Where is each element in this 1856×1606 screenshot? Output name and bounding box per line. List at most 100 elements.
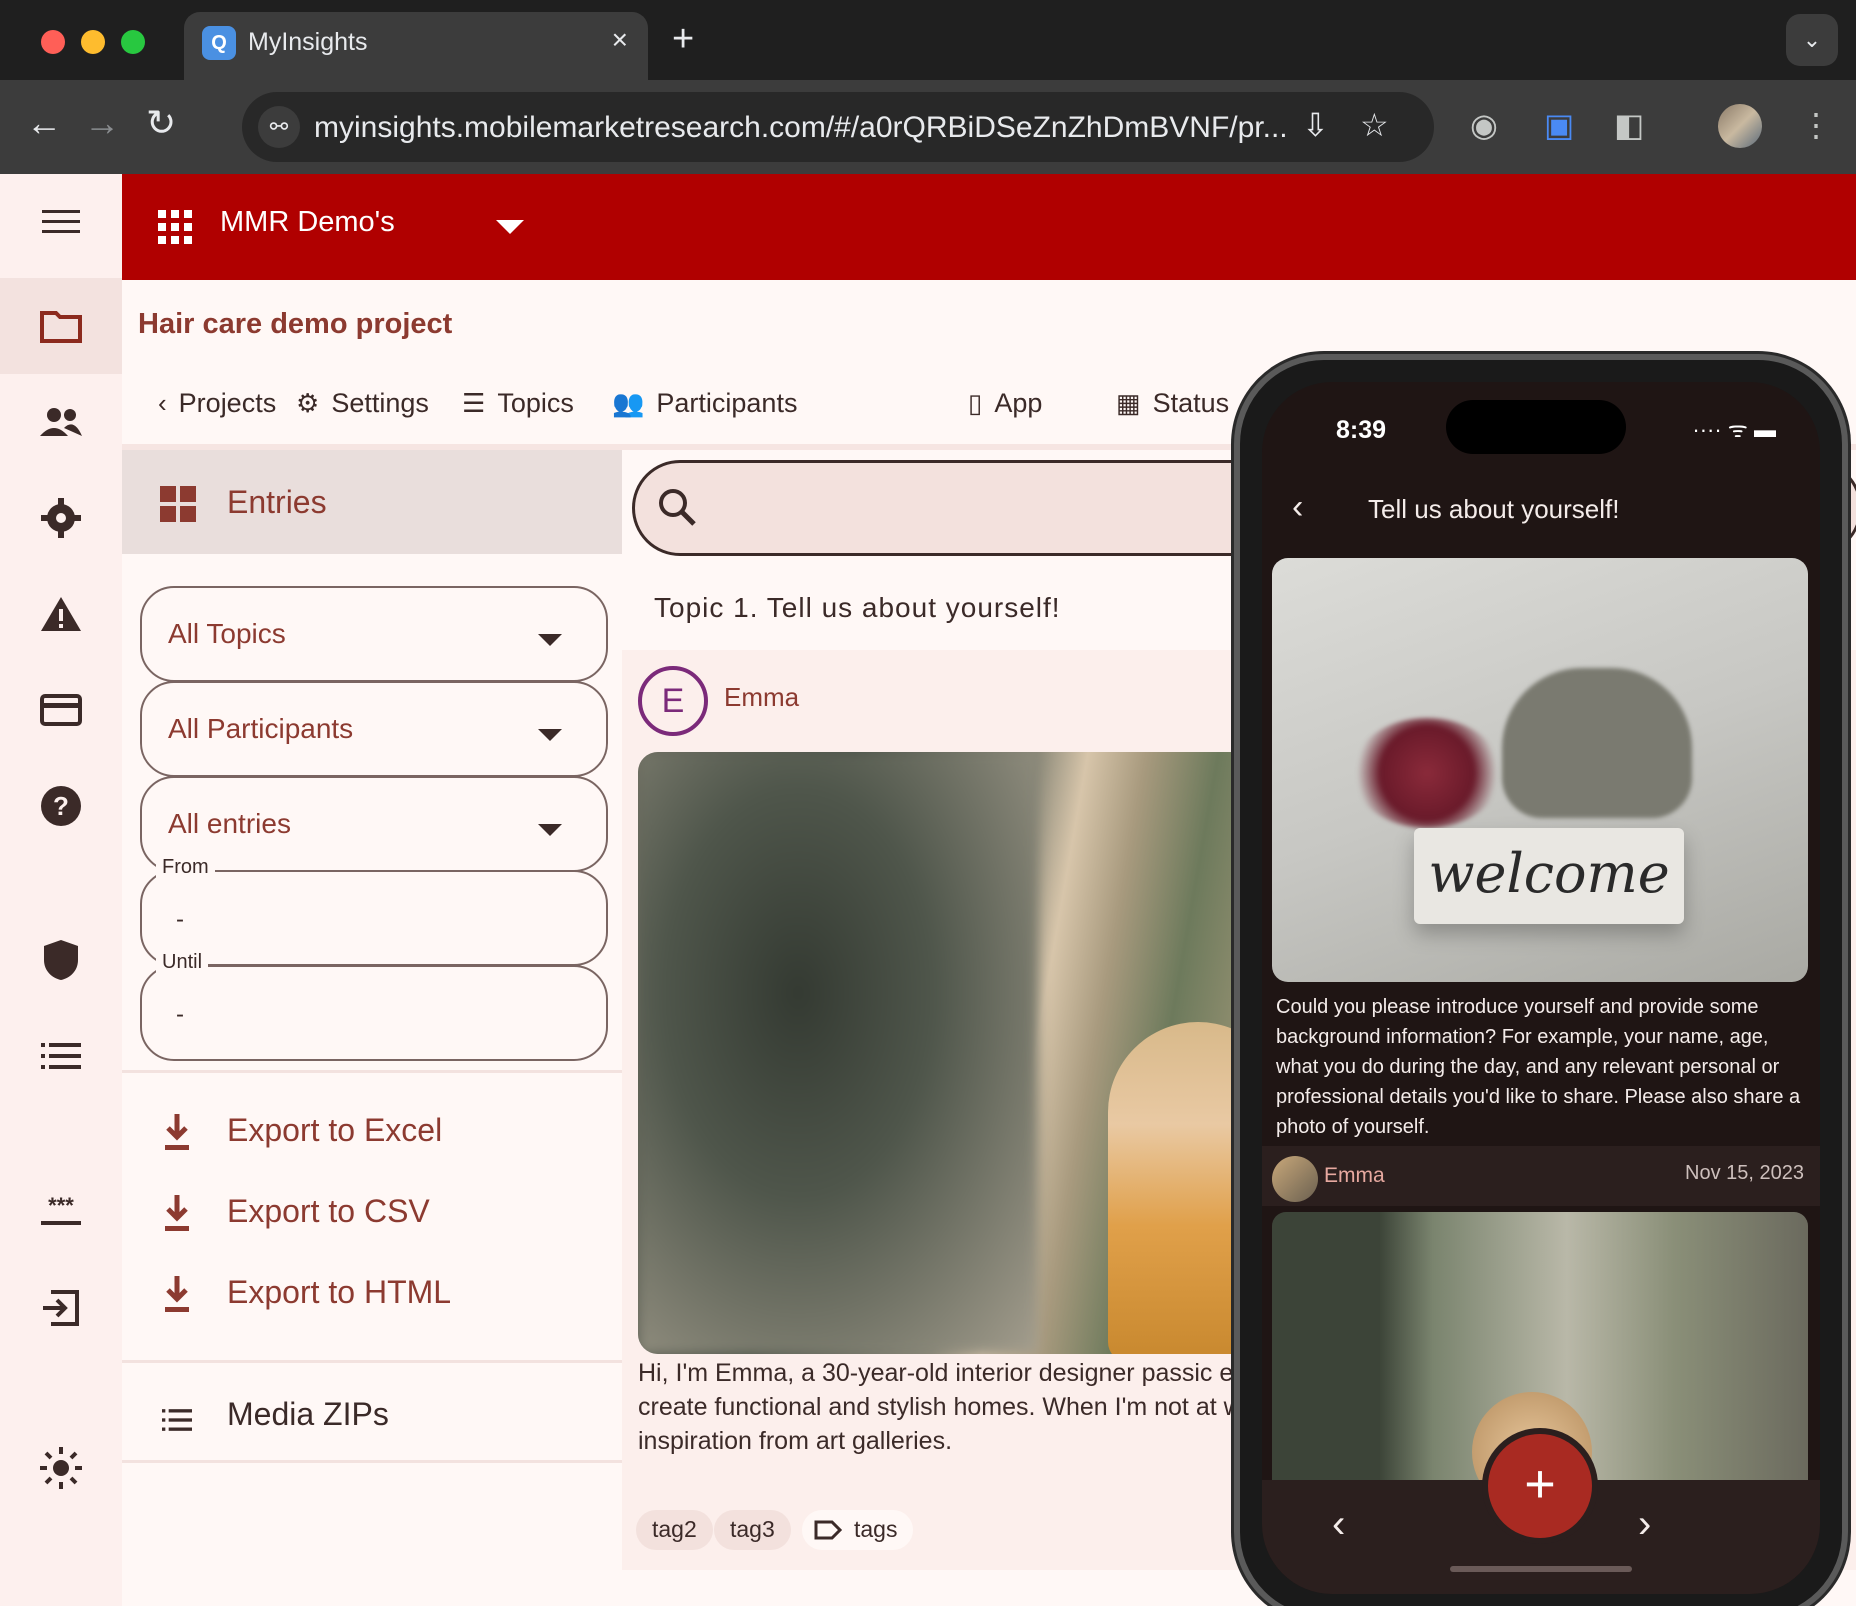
until-date-field[interactable]: Until -: [140, 951, 608, 1061]
minimize-window-button[interactable]: [81, 30, 105, 54]
back-button[interactable]: ←: [26, 102, 62, 144]
close-tab-icon[interactable]: ×: [612, 24, 628, 56]
tab-participants[interactable]: 👥 Participants: [612, 388, 797, 419]
screenshot-camera-icon[interactable]: ◉: [1470, 106, 1498, 144]
export-html-button[interactable]: Export to HTML: [122, 1250, 622, 1340]
tab-settings[interactable]: ⚙ Settings: [296, 388, 429, 419]
profile-avatar[interactable]: [1718, 104, 1762, 148]
warning-icon[interactable]: [0, 566, 122, 662]
billing-card-icon[interactable]: [0, 662, 122, 758]
forward-button[interactable]: →: [84, 102, 120, 144]
previous-arrow-icon[interactable]: ‹: [1332, 1502, 1345, 1547]
tab-label: Topics: [497, 388, 574, 418]
dynamic-island: [1446, 400, 1626, 454]
tab-topics[interactable]: ☰ Topics: [462, 388, 574, 419]
participants-filter-value: All Participants: [168, 713, 354, 744]
tag-chip[interactable]: tag3: [714, 1510, 791, 1550]
chevron-left-icon[interactable]: ‹: [1292, 488, 1303, 527]
project-group-select[interactable]: MMR Demo's: [220, 206, 395, 239]
projects-folder-icon[interactable]: [0, 278, 122, 374]
address-bar[interactable]: ⚯ myinsights.mobilemarketresearch.com/#/…: [242, 92, 1434, 162]
gear-icon: ⚙: [296, 388, 320, 418]
phone-screen: 8:39 ···· ᯤ ▬ ‹ Tell us about yourself! …: [1262, 382, 1820, 1594]
filter-panel: Entries All Topics All Participants All …: [122, 450, 622, 1606]
download-icon: [165, 1195, 189, 1231]
phone-preview: 8:39 ···· ᯤ ▬ ‹ Tell us about yourself! …: [1234, 354, 1848, 1606]
users-icon[interactable]: [0, 374, 122, 470]
chevron-down-icon: [538, 729, 562, 741]
svg-text:***: ***: [48, 1197, 74, 1218]
logout-icon[interactable]: [0, 1260, 122, 1356]
new-tab-button[interactable]: +: [672, 18, 694, 61]
tab-app[interactable]: ▯ App: [968, 388, 1042, 419]
tags-edit-chip[interactable]: tags: [802, 1510, 914, 1550]
welcome-text: welcome: [1428, 842, 1670, 905]
export-csv-label: Export to CSV: [227, 1193, 430, 1229]
favicon-icon: Q: [202, 26, 236, 60]
help-icon[interactable]: ?: [0, 758, 122, 854]
entry-photo[interactable]: [638, 752, 1258, 1354]
password-icon[interactable]: ***: [0, 1164, 122, 1260]
browser-toolbar: ← → ↻ ⚯ myinsights.mobilemarketresearch.…: [0, 80, 1856, 174]
install-app-icon[interactable]: ⇩: [1302, 106, 1329, 144]
tab-title: MyInsights: [248, 28, 368, 56]
add-entry-button[interactable]: +: [1488, 1434, 1592, 1538]
entries-header[interactable]: Entries: [122, 450, 622, 554]
chevron-down-icon: [538, 824, 562, 836]
settings-gear-icon[interactable]: [0, 470, 122, 566]
tab-projects[interactable]: ‹ Projects: [158, 388, 276, 419]
extensions-puzzle-icon[interactable]: ◧: [1614, 106, 1644, 144]
phone-status-icons: ···· ᯤ ▬: [1692, 417, 1776, 442]
panel-divider: [122, 1360, 622, 1363]
panel-divider: [122, 1070, 622, 1073]
topic-heading: Topic 1. Tell us about yourself!: [654, 592, 1061, 623]
label-tag-icon: [814, 1520, 842, 1540]
export-csv-button[interactable]: Export to CSV: [122, 1169, 622, 1259]
site-settings-icon[interactable]: ⚯: [258, 106, 300, 148]
tab-status[interactable]: ▦ Status: [1116, 388, 1229, 419]
next-arrow-icon[interactable]: ›: [1638, 1502, 1651, 1547]
list-icon[interactable]: [0, 1008, 122, 1104]
list-icon: ☰: [462, 388, 486, 418]
phone-icon: ▯: [968, 388, 983, 418]
browser-menu-icon[interactable]: ⋮: [1800, 106, 1832, 144]
tab-label: App: [994, 388, 1043, 418]
tags-label: tags: [854, 1516, 898, 1542]
topics-filter-select[interactable]: All Topics: [140, 586, 608, 682]
apps-grid-icon[interactable]: [158, 210, 192, 244]
avatar: [1272, 1156, 1318, 1202]
translate-extension-icon[interactable]: ▣: [1544, 106, 1574, 144]
tag-chip[interactable]: tag2: [636, 1510, 713, 1550]
privacy-shield-icon[interactable]: [0, 912, 122, 1008]
theme-sun-icon[interactable]: [0, 1420, 122, 1516]
tab-bar: Q MyInsights × + ⌄: [0, 0, 1856, 80]
export-excel-button[interactable]: Export to Excel: [122, 1088, 622, 1178]
browser-tab-myinsights[interactable]: Q MyInsights ×: [184, 12, 648, 80]
download-icon: [165, 1114, 189, 1150]
topic-image: welcome: [1272, 558, 1808, 982]
from-date-field[interactable]: From -: [140, 856, 608, 966]
phone-entry-header: Emma Nov 15, 2023: [1262, 1146, 1820, 1206]
until-value: -: [176, 1001, 184, 1028]
close-window-button[interactable]: [41, 30, 65, 54]
photo-blurred-background: [638, 752, 1038, 1354]
tab-label: Status: [1152, 388, 1230, 418]
reload-button[interactable]: ↻: [146, 102, 176, 144]
participants-filter-select[interactable]: All Participants: [140, 681, 608, 777]
maximize-window-button[interactable]: [121, 30, 145, 54]
media-zips-button[interactable]: Media ZIPs: [122, 1370, 622, 1460]
url-text[interactable]: myinsights.mobilemarketresearch.com/#/a0…: [314, 111, 1288, 145]
phone-time: 8:39: [1336, 416, 1387, 444]
from-label: From: [156, 856, 215, 879]
menu-icon[interactable]: [0, 174, 122, 270]
bookmark-star-icon[interactable]: ☆: [1360, 106, 1389, 144]
media-zips-label: Media ZIPs: [227, 1396, 389, 1432]
tab-search-button[interactable]: ⌄: [1786, 14, 1838, 66]
entries-filter-value: All entries: [168, 808, 291, 839]
tab-label: Settings: [331, 388, 429, 418]
flowers-shape: [1352, 718, 1502, 828]
home-indicator: [1450, 1566, 1632, 1572]
chevron-down-icon[interactable]: [496, 220, 524, 234]
kettle-shape: [1502, 668, 1692, 818]
list-icon: [162, 1409, 192, 1431]
